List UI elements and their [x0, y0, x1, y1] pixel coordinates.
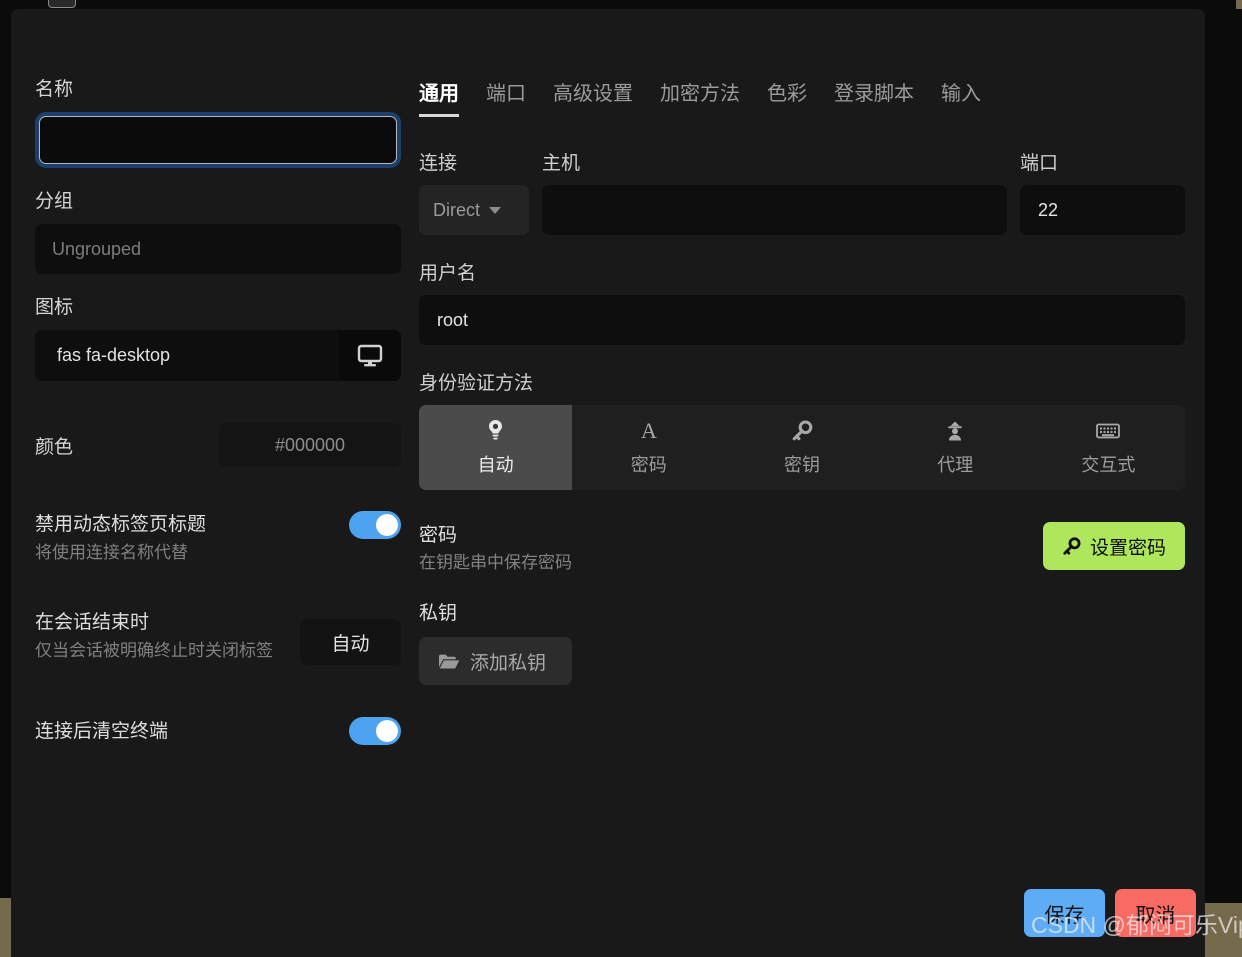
chevron-down-icon [489, 206, 502, 214]
disable-dynamic-title-toggle[interactable] [349, 511, 401, 539]
auth-method-label: 身份验证方法 [419, 373, 534, 394]
clear-terminal-row: 连接后清空终端 [35, 717, 401, 745]
left-panel: 名称 分组 Ungrouped 图标 fas fa-desktop 颜色 #00… [11, 77, 419, 957]
svg-text:A: A [641, 419, 657, 442]
auth-option-interactive-label: 交互式 [1081, 454, 1136, 475]
auth-option-interactive[interactable]: 交互式 [1032, 405, 1185, 490]
color-row: 颜色 #000000 [35, 423, 401, 467]
user-secret-icon [945, 419, 965, 443]
connection-type-select[interactable]: Direct [419, 185, 529, 235]
port-input[interactable]: 22 [1020, 185, 1185, 235]
username-input[interactable]: root [419, 295, 1185, 345]
clear-terminal-label: 连接后清空终端 [35, 720, 169, 742]
key-icon [791, 419, 813, 443]
name-label: 名称 [35, 79, 74, 100]
password-sub: 在钥匙串中保存密码 [419, 553, 572, 572]
dialog-footer: 保存 取消 [1024, 889, 1196, 937]
key-icon [1062, 536, 1081, 556]
disable-dynamic-title-label: 禁用动态标签页标题 [35, 514, 207, 535]
username-label: 用户名 [419, 263, 477, 284]
host-input[interactable] [542, 185, 1007, 235]
set-password-button-label: 设置密码 [1089, 537, 1166, 559]
auth-option-password-label: 密码 [630, 454, 667, 475]
group-label: 分组 [35, 191, 74, 212]
name-input[interactable] [39, 116, 397, 164]
auth-option-agent-label: 代理 [937, 454, 974, 475]
session-end-select[interactable]: 自动 [300, 619, 401, 665]
private-key-label: 私钥 [419, 603, 458, 624]
connection-host-port-row: 连接 Direct 主机 端口 22 [419, 152, 1185, 235]
auth-option-key[interactable]: 密钥 [725, 405, 878, 490]
auth-option-auto[interactable]: 自动 [419, 405, 573, 490]
folder-open-icon [438, 653, 460, 670]
clear-terminal-toggle[interactable] [349, 717, 401, 745]
color-input[interactable]: #000000 [219, 423, 401, 467]
session-end-sub: 仅当会话被明确终止时关闭标签 [35, 641, 273, 660]
desktop-background-top-right [1236, 0, 1242, 9]
session-end-label: 在会话结束时 [35, 612, 150, 633]
port-label: 端口 [1020, 153, 1059, 174]
password-label: 密码 [419, 525, 458, 546]
add-private-key-button-label: 添加私钥 [470, 652, 547, 674]
color-label: 颜色 [35, 436, 74, 458]
password-row: 密码 在钥匙串中保存密码 设置密码 [419, 522, 1185, 576]
screen-root: 名称 分组 Ungrouped 图标 fas fa-desktop 颜色 #00… [0, 0, 1242, 957]
cancel-button[interactable]: 取消 [1115, 889, 1196, 937]
auth-option-agent[interactable]: 代理 [879, 405, 1032, 490]
toggle-knob [376, 514, 398, 536]
letter-a-icon: A [639, 419, 659, 443]
auth-option-auto-label: 自动 [477, 454, 514, 475]
toggle-knob [376, 720, 398, 742]
tab-login-script[interactable]: 登录脚本 [834, 77, 914, 117]
auth-option-key-label: 密钥 [784, 454, 820, 475]
keyboard-icon [1096, 419, 1121, 443]
lightbulb-icon [487, 419, 504, 443]
connection-label: 连接 [419, 153, 458, 174]
tab-general[interactable]: 通用 [419, 77, 459, 117]
save-button[interactable]: 保存 [1024, 889, 1105, 937]
auth-method-segmented-control: 自动 A 密码 密钥 代理 交互式 [419, 405, 1185, 490]
connection-settings-dialog: 名称 分组 Ungrouped 图标 fas fa-desktop 颜色 #00… [11, 9, 1205, 957]
set-password-button[interactable]: 设置密码 [1042, 522, 1185, 570]
host-label: 主机 [542, 153, 581, 174]
desktop-background-right [1205, 903, 1242, 957]
add-private-key-button[interactable]: 添加私钥 [419, 637, 572, 685]
desktop-icon [339, 330, 401, 381]
tab-bar: 通用 端口 高级设置 加密方法 色彩 登录脚本 输入 [419, 77, 1185, 119]
clipped-window-control-icon [48, 0, 76, 8]
right-panel: 通用 端口 高级设置 加密方法 色彩 登录脚本 输入 连接 Direct 主机 … [419, 77, 1205, 957]
tab-encryption[interactable]: 加密方法 [660, 77, 740, 117]
disable-dynamic-title-sub: 将使用连接名称代替 [35, 543, 188, 562]
session-end-row: 在会话结束时 仅当会话被明确终止时关闭标签 自动 [35, 609, 401, 665]
disable-dynamic-title-row: 禁用动态标签页标题 将使用连接名称代替 [35, 511, 401, 565]
icon-label: 图标 [35, 297, 74, 318]
tab-input[interactable]: 输入 [941, 77, 981, 117]
tab-port[interactable]: 端口 [486, 77, 526, 117]
tab-colors[interactable]: 色彩 [767, 77, 807, 117]
icon-field-row[interactable]: fas fa-desktop [35, 330, 401, 381]
tab-advanced[interactable]: 高级设置 [553, 77, 633, 117]
auth-option-password[interactable]: A 密码 [572, 405, 725, 490]
connection-type-value: Direct [433, 199, 481, 220]
desktop-background-left [0, 898, 11, 957]
icon-class-input[interactable]: fas fa-desktop [35, 330, 339, 381]
name-input-focus-ring [35, 112, 401, 168]
group-input[interactable]: Ungrouped [35, 224, 401, 274]
